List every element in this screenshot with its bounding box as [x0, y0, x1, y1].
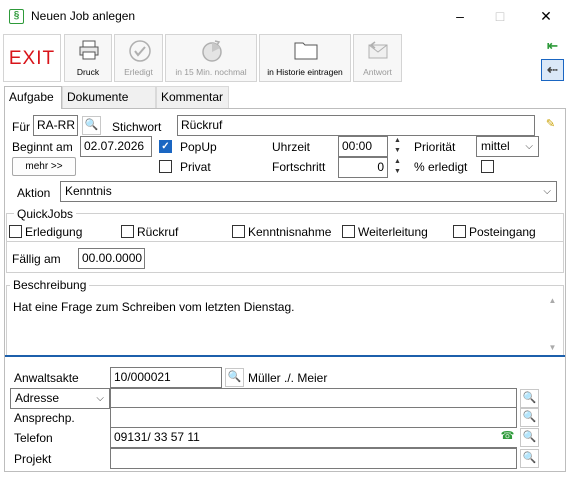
beschreibung-text: Hat eine Frage zum Schreiben vom letzten…	[13, 300, 295, 314]
tab-kommentar[interactable]: Kommentar	[156, 86, 229, 108]
prioritaet-select[interactable]: mittel ⌵	[476, 136, 539, 157]
quickjob-kenntnisnahme-checkbox[interactable]	[232, 225, 245, 238]
fuer-input[interactable]: RA-RR	[33, 115, 78, 136]
search-icon[interactable]: 🔍	[520, 408, 539, 427]
check-circle-icon	[129, 40, 151, 62]
aktion-select[interactable]: Kenntnis ⌵	[60, 181, 557, 202]
nochmal-button[interactable]: in 15 Min. nochmal	[165, 34, 257, 82]
adresse-select-value: Adresse	[15, 391, 60, 405]
chevron-down-icon: ⌵	[96, 393, 104, 404]
quickjob-kenntnisnahme-label: Kenntnisnahme	[248, 225, 332, 239]
aktion-value: Kenntnis	[65, 184, 112, 198]
faellig-label: Fällig am	[12, 252, 61, 266]
uhrzeit-spinner[interactable]: ▲ ▼	[391, 136, 404, 157]
minimize-button[interactable]: –	[440, 4, 480, 28]
stichwort-label: Stichwort	[112, 120, 162, 134]
erledigt-button[interactable]: Erledigt	[114, 34, 163, 82]
maximize-button[interactable]: □	[480, 4, 520, 28]
search-icon[interactable]: 🔍	[520, 449, 539, 468]
fortschritt-label: Fortschritt	[272, 160, 326, 174]
beschreibung-textarea[interactable]: Hat eine Frage zum Schreiben vom letzten…	[8, 292, 561, 354]
adresse-select[interactable]: Adresse ⌵	[10, 388, 110, 409]
erledigt-pct-checkbox[interactable]	[481, 160, 494, 173]
aktion-label: Aktion	[17, 186, 51, 200]
parteien-text: Müller ./. Meier	[248, 371, 328, 385]
quickjob-weiterleitung-label: Weiterleitung	[358, 225, 428, 239]
quickjob-erledigung-checkbox[interactable]	[9, 225, 22, 238]
scroll-down-icon[interactable]: ▼	[545, 343, 560, 352]
tab-aufgabe[interactable]: Aufgabe	[4, 86, 62, 109]
druck-button[interactable]: Druck	[64, 34, 112, 82]
druck-label: Druck	[76, 67, 100, 77]
search-icon[interactable]: 🔍	[520, 428, 539, 447]
historie-label: in Historie eintragen	[267, 67, 343, 77]
chevron-down-icon: ⌵	[543, 186, 551, 197]
adresse-input[interactable]	[110, 388, 517, 409]
search-icon[interactable]: 🔍	[225, 368, 244, 387]
search-icon[interactable]: 🔍	[82, 116, 101, 135]
prioritaet-value: mittel	[481, 139, 510, 153]
telefon-input[interactable]: 09131/ 33 57 11	[110, 427, 517, 448]
fuer-label: Für	[12, 120, 30, 134]
quickjob-rueckruf-label: Rückruf	[137, 225, 179, 239]
fortschritt-input[interactable]: 0	[338, 157, 388, 178]
antwort-label: Antwort	[363, 67, 392, 77]
quickjob-erledigung-label: Erledigung	[25, 225, 83, 239]
window-title: Neuen Job anlegen	[31, 9, 136, 23]
ansprech-input[interactable]	[110, 407, 517, 428]
fortschritt-spinner[interactable]: ▲ ▼	[391, 157, 404, 178]
search-icon[interactable]: 🔍	[520, 389, 539, 408]
clock-arrow-icon	[202, 40, 222, 62]
uhrzeit-label: Uhrzeit	[272, 140, 311, 154]
historie-button[interactable]: in Historie eintragen	[259, 34, 351, 82]
reply-mail-icon	[368, 41, 388, 59]
popup-label: PopUp	[180, 140, 217, 154]
projekt-input[interactable]	[110, 448, 517, 469]
nochmal-label: in 15 Min. nochmal	[175, 67, 247, 77]
scroll-up-icon[interactable]: ▲	[545, 296, 560, 305]
privat-checkbox[interactable]	[159, 160, 172, 173]
anwaltsakte-label: Anwaltsakte	[14, 371, 79, 385]
mehr-button[interactable]: mehr >>	[12, 157, 76, 176]
tab-dokumente[interactable]: Dokumente	[62, 86, 156, 108]
stichwort-input[interactable]: Rückruf	[177, 115, 535, 136]
pencil-icon[interactable]: ✎	[541, 116, 560, 135]
chevron-down-icon: ⌵	[525, 141, 533, 152]
erledigt-pct-label: % erledigt	[414, 160, 468, 174]
telefon-label: Telefon	[14, 431, 53, 445]
privat-label: Privat	[180, 160, 211, 174]
uhrzeit-input[interactable]: 00:00	[338, 136, 388, 157]
quickjob-posteingang-label: Posteingang	[469, 225, 536, 239]
arrow-left-bar-icon[interactable]: ⇤	[541, 36, 564, 58]
anwaltsakte-input[interactable]: 10/000021	[110, 367, 222, 388]
phone-icon[interactable]: ☎	[498, 428, 517, 447]
beginnt-label: Beginnt am	[12, 140, 73, 154]
printer-icon	[79, 40, 99, 60]
ansprech-label: Ansprechp.	[14, 411, 75, 425]
faellig-input[interactable]: 00.00.0000	[78, 248, 145, 269]
antwort-button[interactable]: Antwort	[353, 34, 402, 82]
quickjobs-title: QuickJobs	[14, 207, 77, 221]
quickjob-rueckruf-checkbox[interactable]	[121, 225, 134, 238]
folder-icon	[294, 42, 318, 60]
section-divider	[5, 355, 565, 357]
quickjob-weiterleitung-checkbox[interactable]	[342, 225, 355, 238]
beschreibung-title: Beschreibung	[10, 278, 90, 292]
quickjobs-divider	[6, 241, 564, 242]
close-button[interactable]: ✕	[526, 4, 566, 28]
quickjob-posteingang-checkbox[interactable]	[453, 225, 466, 238]
exit-button[interactable]: EXIT	[3, 34, 61, 82]
erledigt-label: Erledigt	[124, 67, 153, 77]
app-icon: §	[9, 9, 24, 24]
arrow-left-collapse-icon[interactable]: ⇠	[541, 59, 564, 81]
prioritaet-label: Priorität	[414, 140, 456, 154]
beginnt-input[interactable]: 02.07.2026	[80, 136, 152, 157]
popup-checkbox[interactable]: ✓	[159, 140, 172, 153]
projekt-label: Projekt	[14, 452, 52, 466]
beschreibung-scrollbar[interactable]: ▲ ▼	[545, 292, 560, 354]
